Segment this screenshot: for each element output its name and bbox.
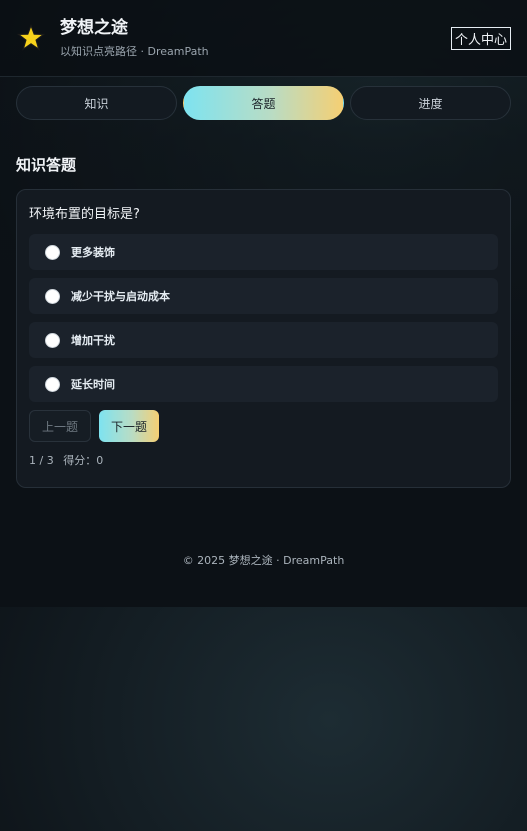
app-subtitle: 以知识点亮路径 · DreamPath <box>60 45 209 58</box>
previous-question-button[interactable]: 上一题 <box>29 410 92 442</box>
question-progress: 1 / 3 <box>29 454 54 467</box>
question-text: 环境布置的目标是? <box>29 207 140 222</box>
option-label: 减少干扰与启动成本 <box>71 290 170 303</box>
tab-knowledge[interactable]: 知识 <box>16 86 177 120</box>
question-nav: 上一题 下一题 <box>29 410 498 442</box>
brand-text: 梦想之途 以知识点亮路径 · DreamPath <box>60 17 209 59</box>
radio-button[interactable] <box>45 244 60 260</box>
app-header: 梦想之途 以知识点亮路径 · DreamPath 个人中心 <box>0 0 527 77</box>
answer-option[interactable]: 减少干扰与启动成本 <box>29 278 498 314</box>
radio-button[interactable] <box>45 376 60 392</box>
tab-quiz[interactable]: 答题 <box>183 86 344 120</box>
score-text: 得分：0 <box>63 454 104 467</box>
tab-progress[interactable]: 进度 <box>350 86 511 120</box>
tab-bar: 知识 答题 进度 <box>0 77 527 120</box>
answer-option[interactable]: 更多装饰 <box>29 234 498 270</box>
answer-option[interactable]: 延长时间 <box>29 366 498 402</box>
app-title: 梦想之途 <box>60 18 128 38</box>
section-title: 知识答题 <box>16 156 77 174</box>
footer-copyright: © 2025 梦想之途 · DreamPath <box>182 554 345 567</box>
quiz-status: 1 / 3 得分：0 <box>29 452 498 468</box>
quiz-card: 环境布置的目标是? 更多装饰 减少干扰与启动成本 增加干扰 延长时间 上一题 下… <box>16 189 511 488</box>
star-icon <box>16 23 46 53</box>
app-container: 梦想之途 以知识点亮路径 · DreamPath 个人中心 知识 答题 进度 知… <box>0 0 527 607</box>
answer-option[interactable]: 增加干扰 <box>29 322 498 358</box>
radio-button[interactable] <box>45 332 60 348</box>
next-question-button[interactable]: 下一题 <box>99 410 160 442</box>
option-label: 延长时间 <box>71 378 115 391</box>
option-label: 增加干扰 <box>71 334 115 347</box>
option-label: 更多装饰 <box>71 246 115 259</box>
brand: 梦想之途 以知识点亮路径 · DreamPath <box>16 17 209 59</box>
radio-button[interactable] <box>45 288 60 304</box>
profile-button[interactable]: 个人中心 <box>450 26 511 50</box>
